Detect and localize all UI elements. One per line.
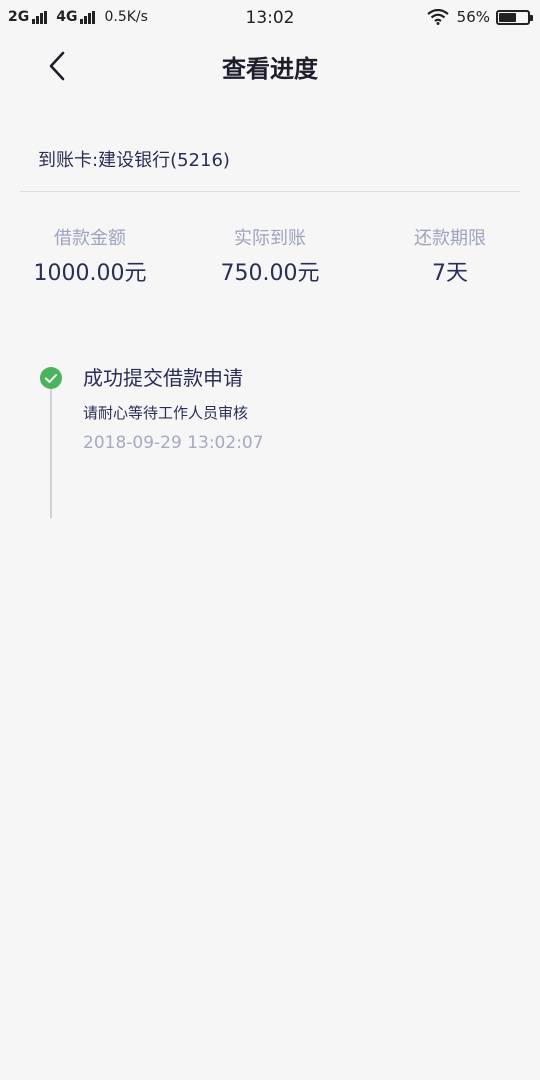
stat-value: 1000.00元 xyxy=(33,261,147,286)
battery-percent: 56% xyxy=(456,8,490,26)
timeline-line xyxy=(50,382,52,518)
stat-value: 750.00元 xyxy=(220,261,320,286)
stat-loan-amount: 借款金额 1000.00元 xyxy=(0,224,180,287)
status-right: 56% xyxy=(426,8,533,26)
stat-label: 借款金额 xyxy=(54,228,126,249)
timeline-step-subtitle: 请耐心等待工作人员审核 xyxy=(83,404,249,422)
stat-repayment-term: 还款期限 7天 xyxy=(360,224,540,287)
loan-stats: 借款金额 1000.00元 实际到账 750.00元 还款期限 7天 xyxy=(0,224,540,294)
nav-bar: 查看进度 xyxy=(0,36,540,96)
stat-label: 实际到账 xyxy=(234,228,306,249)
timeline-step-title: 成功提交借款申请 xyxy=(83,366,243,390)
stat-label: 还款期限 xyxy=(414,228,486,249)
divider xyxy=(20,191,520,192)
wifi-icon xyxy=(426,9,449,25)
timeline-step-time: 2018-09-29 13:02:07 xyxy=(83,433,264,453)
check-circle-icon xyxy=(40,367,62,389)
page-title: 查看进度 xyxy=(222,55,318,83)
stat-value: 7天 xyxy=(432,261,468,286)
receiving-card-label: 到账卡:建设银行(5216) xyxy=(38,150,230,171)
battery-level xyxy=(499,12,516,22)
status-bar: 2G 4G 0.5K/s 13:02 56% xyxy=(0,0,540,36)
stat-actual-received: 实际到账 750.00元 xyxy=(180,224,360,287)
battery-icon xyxy=(496,9,533,25)
